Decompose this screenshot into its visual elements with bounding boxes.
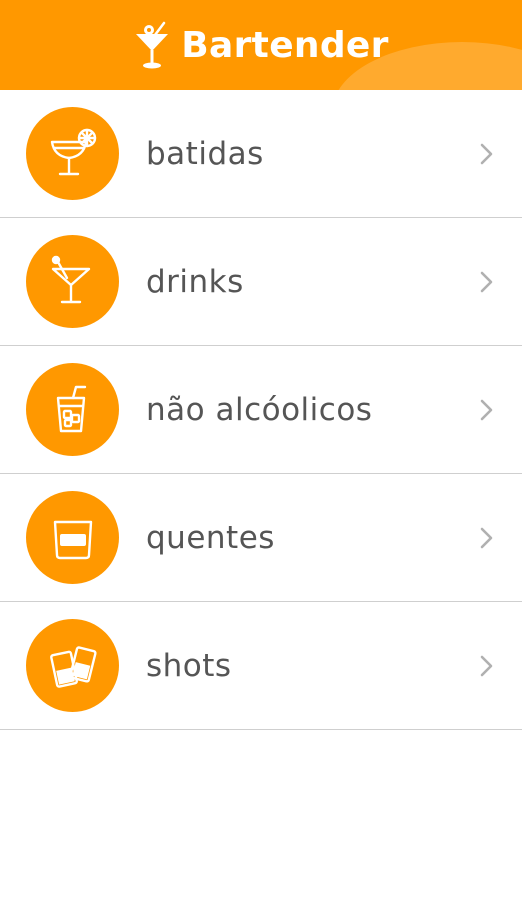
app-header: Bartender bbox=[0, 0, 522, 90]
category-list: batidas drinks não alcóolicos quentes sh… bbox=[0, 90, 522, 730]
category-item-batidas[interactable]: batidas bbox=[0, 90, 522, 218]
soda-cup-icon bbox=[43, 380, 103, 440]
category-item-nao-alcoolicos[interactable]: não alcóolicos bbox=[0, 346, 522, 474]
chevron-right-icon bbox=[480, 602, 494, 730]
category-item-drinks[interactable]: drinks bbox=[0, 218, 522, 346]
app-screen: Bartender batidas drinks não alcóolicos … bbox=[0, 0, 522, 900]
category-label: batidas bbox=[146, 136, 264, 172]
margarita-glass-icon bbox=[43, 124, 103, 184]
category-label: não alcóolicos bbox=[146, 392, 373, 428]
chevron-right-icon bbox=[480, 218, 494, 346]
category-label: drinks bbox=[146, 264, 244, 300]
martini-glass-icon bbox=[43, 252, 103, 312]
category-icon-badge bbox=[26, 363, 119, 456]
category-label: shots bbox=[146, 648, 232, 684]
chevron-right-icon bbox=[480, 90, 494, 218]
chevron-right-icon bbox=[480, 346, 494, 474]
hot-cup-icon bbox=[43, 508, 103, 568]
category-label: quentes bbox=[146, 520, 275, 556]
category-icon-badge bbox=[26, 107, 119, 200]
shot-glasses-icon bbox=[43, 636, 103, 696]
app-title: Bartender bbox=[181, 25, 389, 66]
category-item-quentes[interactable]: quentes bbox=[0, 474, 522, 602]
category-icon-badge bbox=[26, 619, 119, 712]
cocktail-glass-icon bbox=[133, 20, 171, 70]
chevron-right-icon bbox=[480, 474, 494, 602]
category-icon-badge bbox=[26, 491, 119, 584]
category-item-shots[interactable]: shots bbox=[0, 602, 522, 730]
brand: Bartender bbox=[0, 0, 522, 90]
category-icon-badge bbox=[26, 235, 119, 328]
